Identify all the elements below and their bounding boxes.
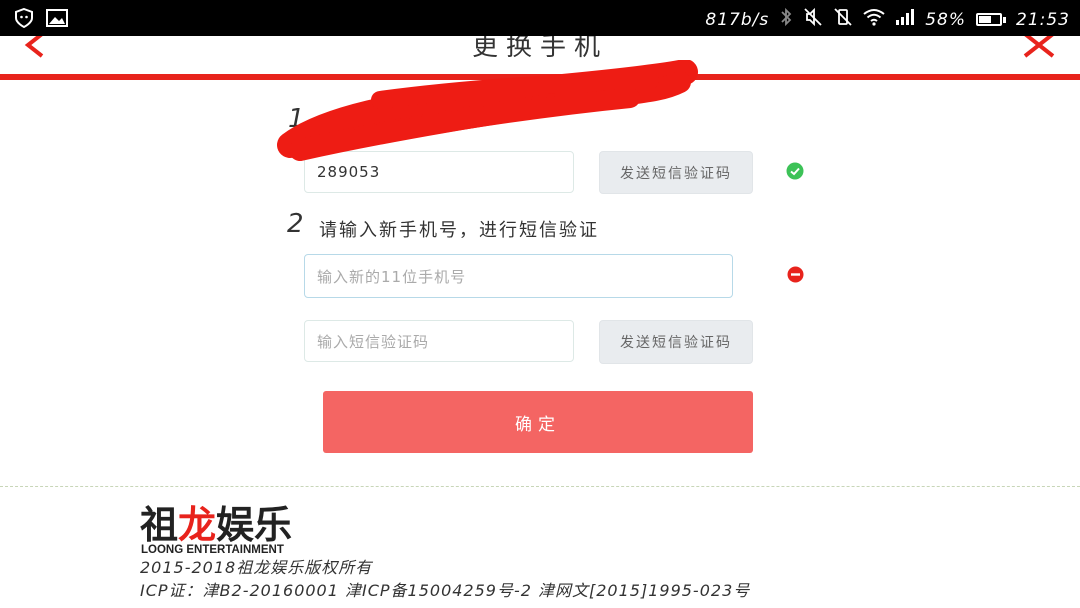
mute-icon bbox=[803, 7, 823, 32]
sms-code-placeholder: 输入短信验证码 bbox=[317, 332, 430, 351]
battery-percent: 58% bbox=[925, 9, 966, 30]
signal-icon bbox=[895, 9, 915, 30]
footer-divider bbox=[0, 486, 1080, 487]
footer-icp: ICP证：津B2-20160001 津ICP备15004259号-2 津网文[2… bbox=[140, 581, 751, 600]
status-bar: 817b/s 58% 21:53 bbox=[0, 0, 1080, 36]
close-icon[interactable] bbox=[1022, 36, 1056, 62]
new-phone-input[interactable]: 输入新的11位手机号 bbox=[304, 254, 733, 298]
check-circle-icon bbox=[786, 162, 804, 184]
no-vibrate-icon bbox=[833, 7, 853, 32]
bluetooth-icon bbox=[779, 7, 793, 32]
page-title: 更换手机 bbox=[471, 36, 608, 62]
wifi-icon bbox=[863, 8, 885, 31]
redaction-scribble bbox=[277, 60, 698, 161]
step-2-number: 2 bbox=[287, 209, 304, 239]
logo-text: 祖龙娱乐 bbox=[140, 503, 292, 547]
shield-icon bbox=[14, 7, 34, 32]
confirm-button[interactable]: 确定 bbox=[323, 391, 753, 453]
send-sms-button-2[interactable]: 发送短信验证码 bbox=[599, 320, 753, 364]
battery-icon bbox=[976, 13, 1006, 26]
network-speed: 817b/s bbox=[705, 9, 770, 30]
minus-circle-icon bbox=[787, 266, 804, 287]
step-2-instruction: 请输入新手机号，进行短信验证 bbox=[319, 220, 599, 241]
clock: 21:53 bbox=[1016, 9, 1070, 30]
sms-code-input[interactable]: 输入短信验证码 bbox=[304, 320, 574, 362]
loong-logo: 祖龙娱乐 LOONG ENTERTAINMENT bbox=[140, 503, 292, 556]
image-icon bbox=[46, 8, 68, 32]
battery-fill bbox=[979, 16, 991, 23]
new-phone-placeholder: 输入新的11位手机号 bbox=[317, 267, 467, 286]
footer-copyright: 2015-2018祖龙娱乐版权所有 bbox=[140, 558, 373, 577]
